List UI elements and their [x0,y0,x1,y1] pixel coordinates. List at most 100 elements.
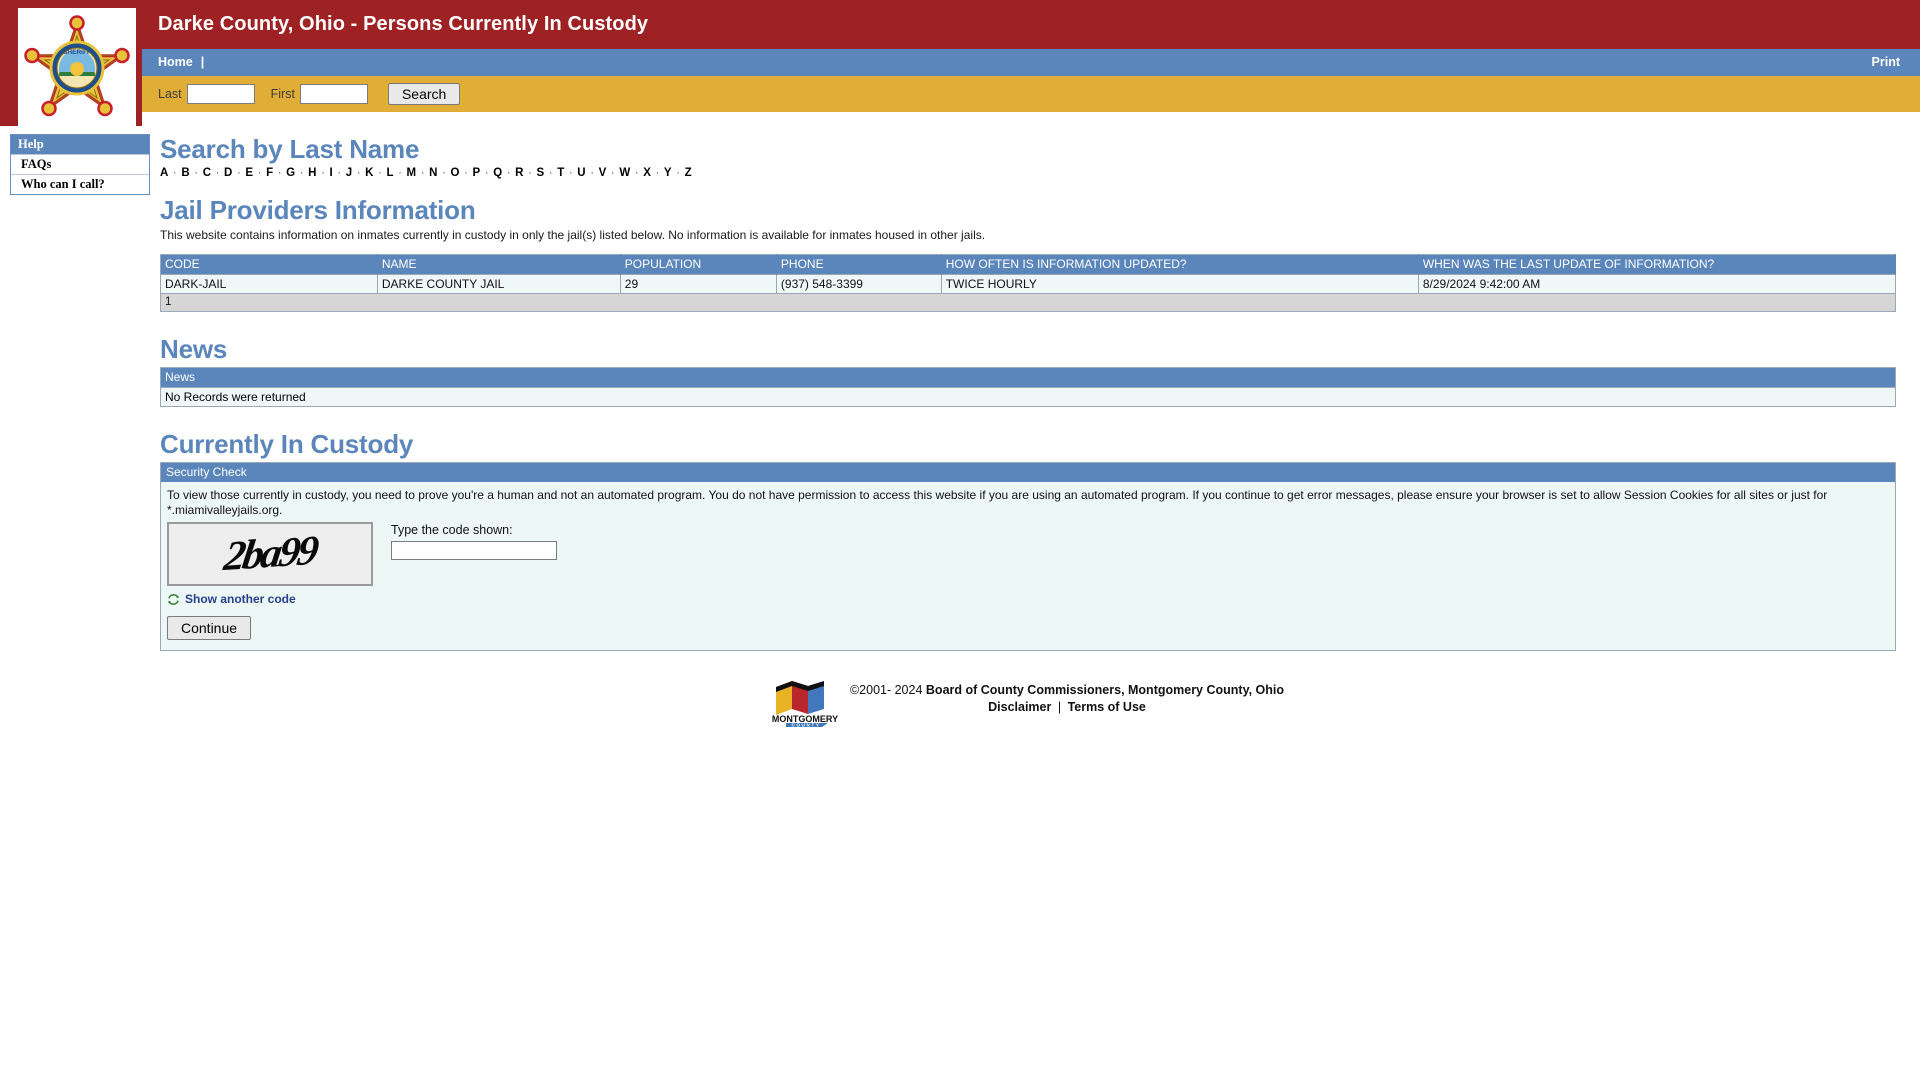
jail-providers-table: CODE NAME POPULATION PHONE HOW OFTEN IS … [160,254,1897,312]
alpha-link-i[interactable]: I [329,167,332,179]
sidebar-item-who-can-i-call[interactable]: Who can I call? [11,174,149,194]
alpha-link-t[interactable]: T [557,167,564,179]
footer-org: Board of County Commissioners, Montgomer… [925,683,1285,697]
alpha-separator: · [460,167,472,179]
sidebar-item-faqs[interactable]: FAQs [11,154,149,174]
footer-text: ©2001- 2024 Board of County Commissioner… [850,677,1284,714]
alpha-link-j[interactable]: J [346,167,353,179]
alpha-link-s[interactable]: S [537,167,545,179]
page-root: SHERIFF Darke County, Ohio - Persons Cur… [0,0,1920,727]
continue-button[interactable]: Continue [167,616,252,640]
table-row: DARK-JAIL DARKE COUNTY JAIL 29 (937) 548… [160,274,1897,294]
security-check-panel: Security Check To view those currently i… [160,462,1896,651]
search-bar: Last First Search [142,76,1920,112]
alpha-link-y[interactable]: Y [664,167,672,179]
alpha-separator: · [394,167,406,179]
alpha-link-l[interactable]: L [386,167,393,179]
news-empty-message: No Records were returned [160,387,1896,407]
footer: MONTGOMERY COUNTY ©2001- 2024 Board of C… [160,677,1896,727]
alpha-link-p[interactable]: P [472,167,480,179]
col-name: NAME [377,254,621,275]
print-link[interactable]: Print [1872,55,1906,69]
nav-item-home[interactable]: Home [158,55,193,69]
alpha-link-o[interactable]: O [451,167,460,179]
alpha-link-m[interactable]: M [407,167,417,179]
alpha-link-x[interactable]: X [643,167,651,179]
first-name-label: First [270,87,295,101]
news-table: News No Records were returned [160,367,1896,407]
pager-page-1[interactable]: 1 [160,293,1896,312]
captcha-input-group: Type the code shown: [391,522,557,560]
main-content: Search by Last Name A · B · C · D · E · … [142,134,1920,727]
news-header-row: News [160,367,1896,388]
alpha-separator: · [545,167,557,179]
alpha-link-c[interactable]: C [203,167,212,179]
cell-update-frequency: TWICE HOURLY [941,274,1419,294]
col-last-update: WHEN WAS THE LAST UPDATE OF INFORMATION? [1418,254,1897,275]
nav-separator: | [200,55,205,69]
nav-bar: Home | Print [142,49,1920,76]
alpha-separator: · [254,167,266,179]
svg-text:SHERIFF: SHERIFF [63,49,91,56]
last-name-input[interactable] [186,84,255,104]
last-name-label: Last [158,87,182,101]
captcha-image: 2ba99 [167,522,373,586]
footer-links: Disclaimer | Terms of Use [850,700,1284,714]
alpha-separator: · [417,167,429,179]
svg-text:COUNTY: COUNTY [791,723,820,727]
montgomery-county-logo-icon: MONTGOMERY COUNTY [772,677,838,727]
alpha-link-k[interactable]: K [365,167,374,179]
footer-copyright: ©2001- 2024 [849,683,923,697]
alpha-link-r[interactable]: R [515,167,524,179]
alpha-link-g[interactable]: G [286,167,295,179]
alpha-separator: · [524,167,536,179]
sheriff-badge-icon: SHERIFF [18,8,136,126]
masthead: SHERIFF Darke County, Ohio - Persons Cur… [0,0,1920,126]
page-title: Darke County, Ohio - Persons Currently I… [142,0,1920,49]
alpha-link-n[interactable]: N [429,167,438,179]
captcha-code-input[interactable] [391,541,557,560]
badge-cell: SHERIFF [0,0,142,126]
currently-in-custody-title: Currently In Custody [160,429,414,459]
alphabet-links: A · B · C · D · E · F · G · H · I · J · … [160,167,1896,179]
alpha-separator: · [631,167,643,179]
refresh-icon [167,593,180,606]
alpha-link-d[interactable]: D [224,167,233,179]
alpha-separator: · [233,167,245,179]
alpha-link-u[interactable]: U [577,167,586,179]
search-button[interactable]: Search [387,83,461,105]
search-by-last-name-title: Search by Last Name [160,134,420,164]
cell-phone: (937) 548-3399 [776,274,942,294]
first-name-input[interactable] [299,84,368,104]
jail-providers-blurb: This website contains information on inm… [160,228,986,242]
alpha-separator: · [607,167,619,179]
alpha-link-a[interactable]: A [160,167,169,179]
alpha-link-f[interactable]: F [266,167,273,179]
sidebar-item-faqs-link[interactable]: FAQs [21,157,51,171]
disclaimer-link[interactable]: Disclaimer [988,700,1051,714]
alpha-link-h[interactable]: H [308,167,317,179]
captcha-code-text: 2ba99 [221,527,319,581]
alpha-separator: · [374,167,386,179]
footer-links-separator: | [1057,700,1062,714]
alpha-separator: · [565,167,577,179]
show-another-code-link[interactable]: Show another code [185,592,296,606]
jail-providers-title: Jail Providers Information [160,195,476,225]
alpha-separator: · [274,167,286,179]
alpha-separator: · [481,167,493,179]
sidebar-item-who-can-i-call-link[interactable]: Who can I call? [21,177,105,191]
alpha-link-e[interactable]: E [245,167,253,179]
alpha-separator: · [169,167,181,179]
terms-of-use-link[interactable]: Terms of Use [1068,700,1146,714]
header-right: Darke County, Ohio - Persons Currently I… [142,0,1920,126]
news-row: No Records were returned [160,387,1896,407]
alpha-separator: · [652,167,663,179]
show-another-code-row[interactable]: Show another code [167,592,1889,606]
alpha-link-v[interactable]: V [599,167,607,179]
alpha-link-z[interactable]: Z [685,167,692,179]
alpha-link-b[interactable]: B [181,167,190,179]
alpha-link-w[interactable]: W [619,167,630,179]
cell-code: DARK-JAIL [160,274,378,294]
alpha-separator: · [333,167,345,179]
alpha-link-q[interactable]: Q [493,167,502,179]
